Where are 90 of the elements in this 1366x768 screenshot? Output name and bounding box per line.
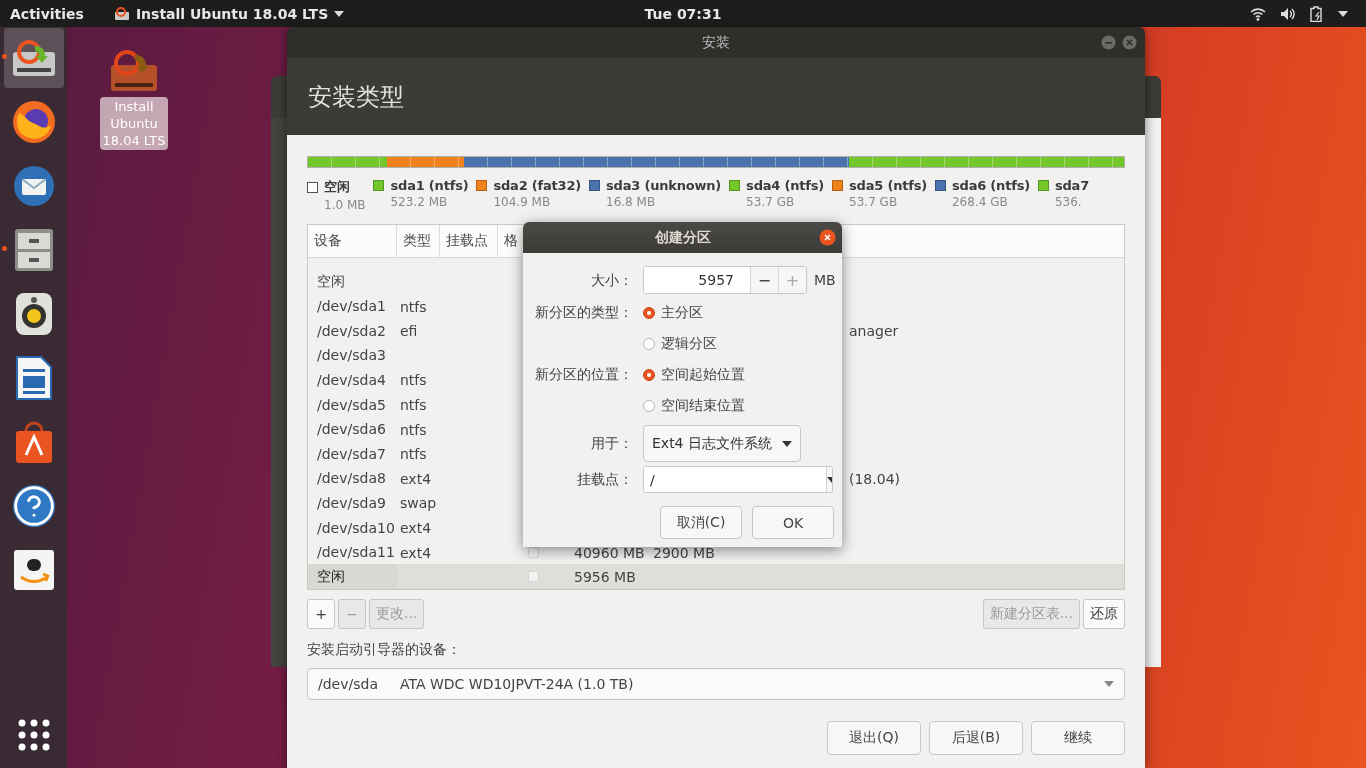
minimize-icon[interactable] (1101, 35, 1116, 50)
battery-icon[interactable] (1310, 5, 1324, 22)
type-cell-text: efi (399, 323, 418, 340)
installer-icon (10, 38, 57, 78)
option-label[interactable]: 空间结束位置 (661, 396, 745, 415)
legend-size: 536. (1053, 195, 1083, 209)
used-cell-text: 2900 MB (652, 544, 715, 561)
clock[interactable]: Tue 07:31 (644, 5, 722, 22)
file-cabinet-icon (12, 227, 55, 273)
option-label[interactable]: 空间起始位置 (661, 365, 745, 384)
type-cell-text: ntfs (399, 372, 427, 389)
firefox-icon (10, 99, 57, 145)
boot-device-dropdown[interactable]: /dev/sda ATA WDC WD10JPVT-24A (1.0 TB) (307, 668, 1125, 700)
legend-size: 523.2 MB (389, 195, 449, 209)
legend-label: sda1 (ntfs) (390, 178, 469, 193)
legend-label: sda2 (fat32) (493, 178, 582, 193)
field-label: 挂载点： (576, 470, 633, 489)
wifi-icon[interactable] (1250, 6, 1266, 21)
app-menu[interactable]: Install Ubuntu 18.04 LTS (113, 5, 345, 22)
size-cell-text: 40960 MB (573, 544, 645, 561)
device-cell[interactable]: 空闲 (308, 564, 397, 589)
page-heading: 安装类型 (308, 81, 404, 113)
legend-label: sda5 (ntfs) (849, 178, 927, 193)
type-cell-text: ext4 (399, 470, 432, 487)
field-label: 用于： (590, 434, 633, 453)
filesystem-dropdown[interactable]: Ext4 日志文件系统 (643, 425, 801, 462)
running-indicator (1, 246, 7, 251)
running-indicator (1, 54, 7, 59)
option-label[interactable]: 主分区 (661, 303, 703, 322)
dialog-button[interactable]: 取消(C) (660, 506, 742, 539)
dock-item[interactable] (3, 28, 64, 88)
format-checkbox[interactable] (528, 546, 539, 558)
table-action-button[interactable]: 还原 (1083, 599, 1125, 629)
free-space-swatch (307, 181, 318, 193)
nav-button[interactable]: 继续 (1031, 721, 1125, 755)
legend-size: 104.9 MB (492, 195, 552, 209)
table-action-button[interactable]: + (307, 599, 335, 629)
type-cell-text: ext4 (399, 544, 432, 561)
legend-label: 空闲 (324, 178, 350, 196)
radio-button[interactable] (643, 368, 655, 381)
unit-label: MB (814, 272, 836, 288)
table-cell: (18.04) (849, 470, 900, 487)
legend-label: sda4 (ntfs) (746, 178, 825, 193)
option-label[interactable]: 逻辑分区 (661, 334, 717, 353)
nav-button[interactable]: 退出(Q) (827, 721, 921, 755)
legend-label: sda7 (1054, 178, 1089, 193)
type-cell-text: ext4 (399, 520, 432, 536)
dialog-button[interactable]: OK (752, 506, 834, 539)
radio-button[interactable] (643, 306, 655, 319)
decrement-button[interactable]: − (750, 267, 778, 293)
legend-size: 16.8 MB (605, 195, 657, 209)
caret-icon (782, 440, 792, 447)
column-header[interactable]: 挂载点 (440, 225, 498, 257)
app-grid-icon (17, 719, 50, 751)
type-cell-text: ntfs (399, 446, 427, 463)
size-cell-text: 5956 MB (573, 569, 636, 586)
type-cell-text: ntfs (399, 298, 427, 315)
field-label: 安装启动引导器的设备： (307, 641, 462, 659)
table-cell: anager (849, 323, 899, 340)
activities-button[interactable]: Activities (10, 5, 84, 22)
caret-icon (334, 10, 345, 17)
dropdown-caret-icon (1104, 681, 1114, 687)
help-icon (11, 484, 56, 528)
format-checkbox[interactable] (528, 571, 539, 583)
column-header[interactable]: 类型 (397, 225, 440, 257)
column-header[interactable]: 设备 (308, 225, 397, 257)
window-title: 安装 (702, 33, 730, 52)
type-cell-text: ntfs (399, 397, 427, 414)
radio-button[interactable] (643, 399, 655, 412)
field-label: 新分区的位置： (534, 365, 633, 384)
legend-label: sda3 (unknown) (606, 178, 722, 193)
document-icon (14, 355, 53, 401)
legend-size: 1.0 MB (323, 198, 366, 212)
field-label: 新分区的类型： (534, 303, 633, 322)
caret-icon (1338, 10, 1348, 17)
legend-size: 268.4 GB (951, 195, 1009, 209)
volume-icon[interactable] (1280, 6, 1296, 21)
legend-size: 53.7 GB (745, 195, 796, 209)
nav-button[interactable]: 后退(B) (929, 721, 1023, 755)
installer-icon (113, 6, 130, 21)
mount-point-combo[interactable]: / (643, 466, 833, 493)
close-icon[interactable] (819, 229, 836, 246)
speaker-icon (13, 291, 54, 337)
dialog-title: 创建分区 (654, 228, 711, 247)
type-cell-text: ntfs (399, 421, 427, 438)
legend-label: sda6 (ntfs) (952, 178, 1030, 193)
legend-size: 53.7 GB (848, 195, 899, 209)
radio-button[interactable] (643, 337, 655, 350)
type-cell-text: swap (399, 495, 437, 512)
field-label: 大小： (590, 271, 633, 290)
